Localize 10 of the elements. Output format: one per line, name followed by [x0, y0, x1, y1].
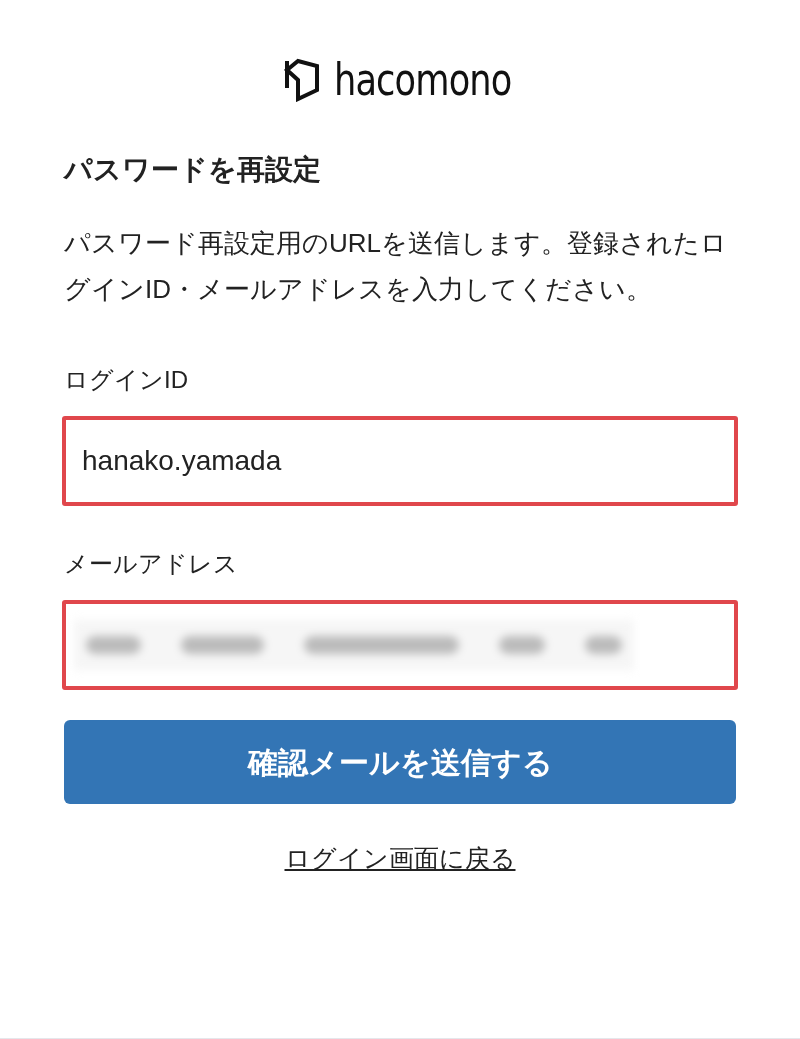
logo-icon	[284, 58, 321, 102]
input-field[interactable]: hanako.yamada	[62, 416, 738, 506]
input-field[interactable]	[62, 600, 738, 690]
back-to-login-link[interactable]: ログイン画面に戻る	[284, 840, 516, 878]
page-title: パスワードを再設定	[64, 153, 322, 187]
submit-button[interactable]: 確認メールを送信する	[64, 720, 736, 804]
field-label: メールアドレス	[64, 549, 239, 579]
field-label: ログインID	[64, 365, 189, 395]
logo-text: hacomono	[334, 58, 512, 102]
description-text: パスワード再設定用のURLを送信します。登録されたログインID・メールアドレスを入力してください。	[64, 227, 728, 306]
